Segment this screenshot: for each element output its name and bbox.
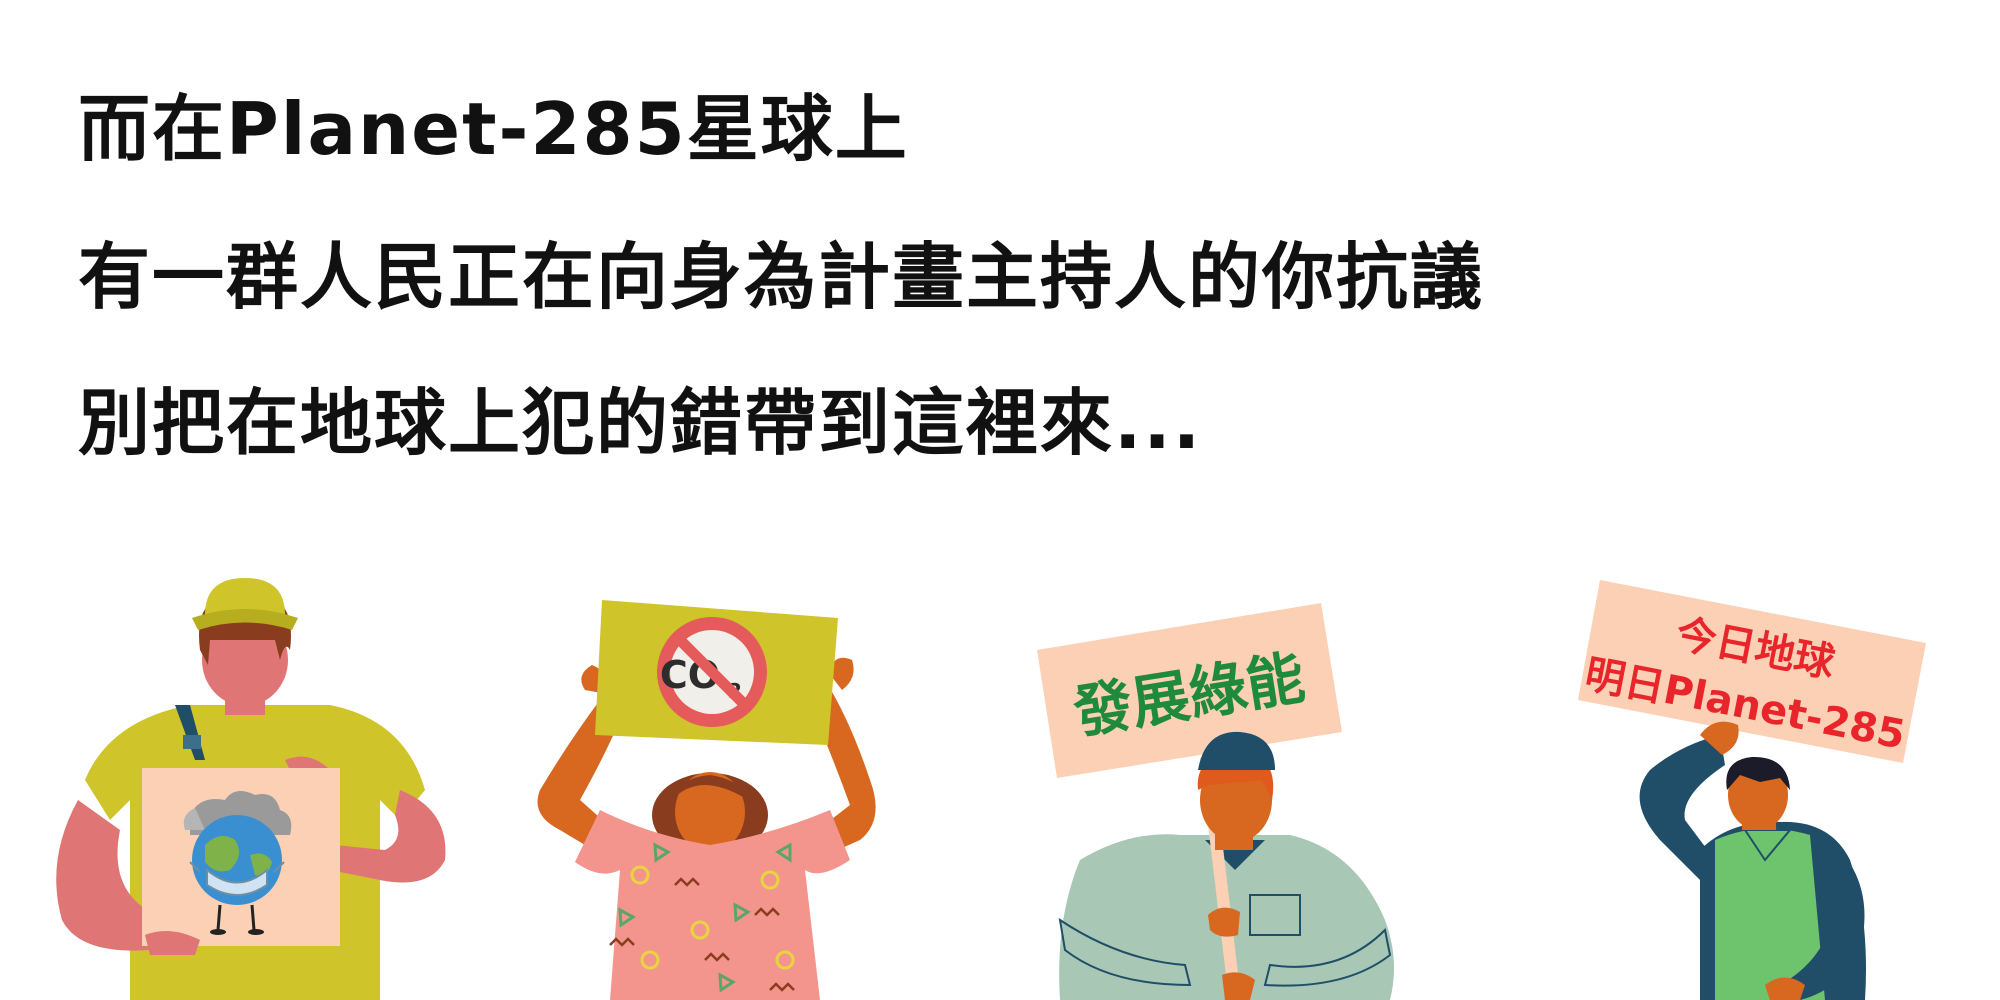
- protester-2: CO 2: [537, 600, 876, 1000]
- protester-1: [56, 578, 446, 1000]
- protester-4: 今日地球 明日Planet-285: [1578, 580, 1926, 1000]
- protester-3: 發展綠能: [1037, 603, 1394, 1000]
- protest-illustration: CO 2: [56, 578, 1926, 1000]
- no-co2-icon: CO 2: [657, 617, 767, 727]
